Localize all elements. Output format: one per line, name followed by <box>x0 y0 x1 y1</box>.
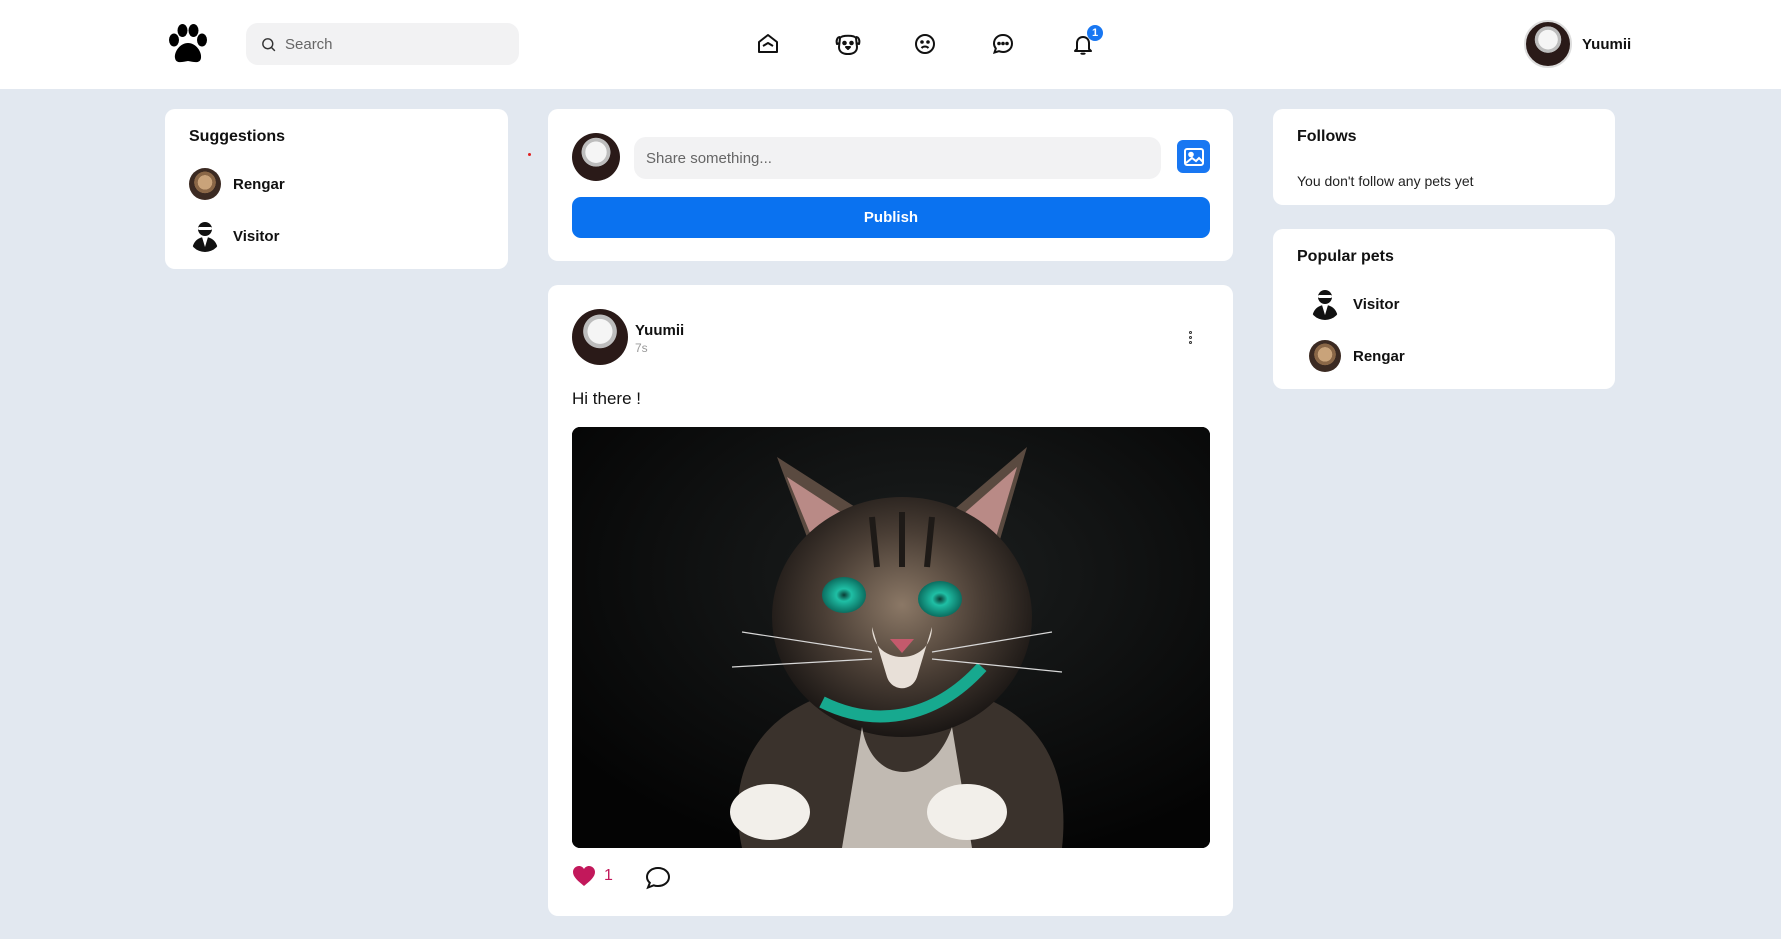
avatar <box>1524 20 1572 68</box>
post-author[interactable]: Yuumii <box>635 322 684 339</box>
notification-badge: 1 <box>1087 25 1103 41</box>
popular-name: Visitor <box>1353 295 1400 313</box>
avatar <box>189 220 221 252</box>
comment-button[interactable] <box>645 866 671 895</box>
search-input[interactable] <box>285 35 505 53</box>
image-icon <box>1183 147 1204 166</box>
suggestion-name: Rengar <box>233 175 285 193</box>
suggestion-item-visitor[interactable]: Visitor <box>189 220 279 252</box>
avatar[interactable] <box>572 309 628 365</box>
share-input[interactable] <box>634 137 1161 179</box>
post-text: Hi there ! <box>572 389 641 408</box>
dog-icon[interactable] <box>832 28 864 60</box>
post-card: Yuumii 7s Hi there ! 1 <box>548 285 1233 916</box>
suggestions-title: Suggestions <box>189 128 286 145</box>
popular-pets-title: Popular pets <box>1297 248 1394 265</box>
heart-icon <box>573 866 595 886</box>
follows-empty-text: You don't follow any pets yet <box>1297 173 1474 189</box>
messages-icon[interactable] <box>987 28 1019 60</box>
search-icon <box>262 37 276 51</box>
composer-card: Publish <box>548 109 1233 261</box>
home-icon[interactable] <box>752 28 784 60</box>
paw-logo-icon[interactable] <box>165 22 211 68</box>
popular-pets-card: Popular pets Visitor Rengar <box>1273 229 1615 389</box>
like-count: 1 <box>604 867 613 884</box>
search-bar[interactable] <box>246 23 519 65</box>
comment-icon <box>645 866 671 890</box>
like-button[interactable]: 1 <box>572 865 613 887</box>
emoji-icon[interactable] <box>909 28 941 60</box>
marker-dot <box>528 153 531 156</box>
profile-menu[interactable]: Yuumii <box>1514 20 1631 68</box>
avatar <box>189 168 221 200</box>
avatar <box>1309 288 1341 320</box>
profile-name: Yuumii <box>1582 35 1632 53</box>
avatar <box>572 133 620 181</box>
popular-name: Rengar <box>1353 347 1405 365</box>
post-timestamp: 7s <box>635 341 648 355</box>
follows-card: Follows You don't follow any pets yet <box>1273 109 1615 205</box>
top-bar: 1 Yuumii <box>0 0 1781 89</box>
more-options-icon[interactable] <box>1180 325 1200 349</box>
avatar <box>1309 340 1341 372</box>
follows-title: Follows <box>1297 128 1357 145</box>
suggestion-item-rengar[interactable]: Rengar <box>189 168 285 200</box>
suggestion-name: Visitor <box>233 227 280 245</box>
popular-item-rengar[interactable]: Rengar <box>1297 340 1405 372</box>
popular-item-visitor[interactable]: Visitor <box>1297 288 1399 320</box>
publish-button[interactable]: Publish <box>572 197 1210 238</box>
post-image <box>572 427 1210 848</box>
suggestions-card: Suggestions Rengar Visitor <box>165 109 508 269</box>
add-image-button[interactable] <box>1177 140 1210 173</box>
